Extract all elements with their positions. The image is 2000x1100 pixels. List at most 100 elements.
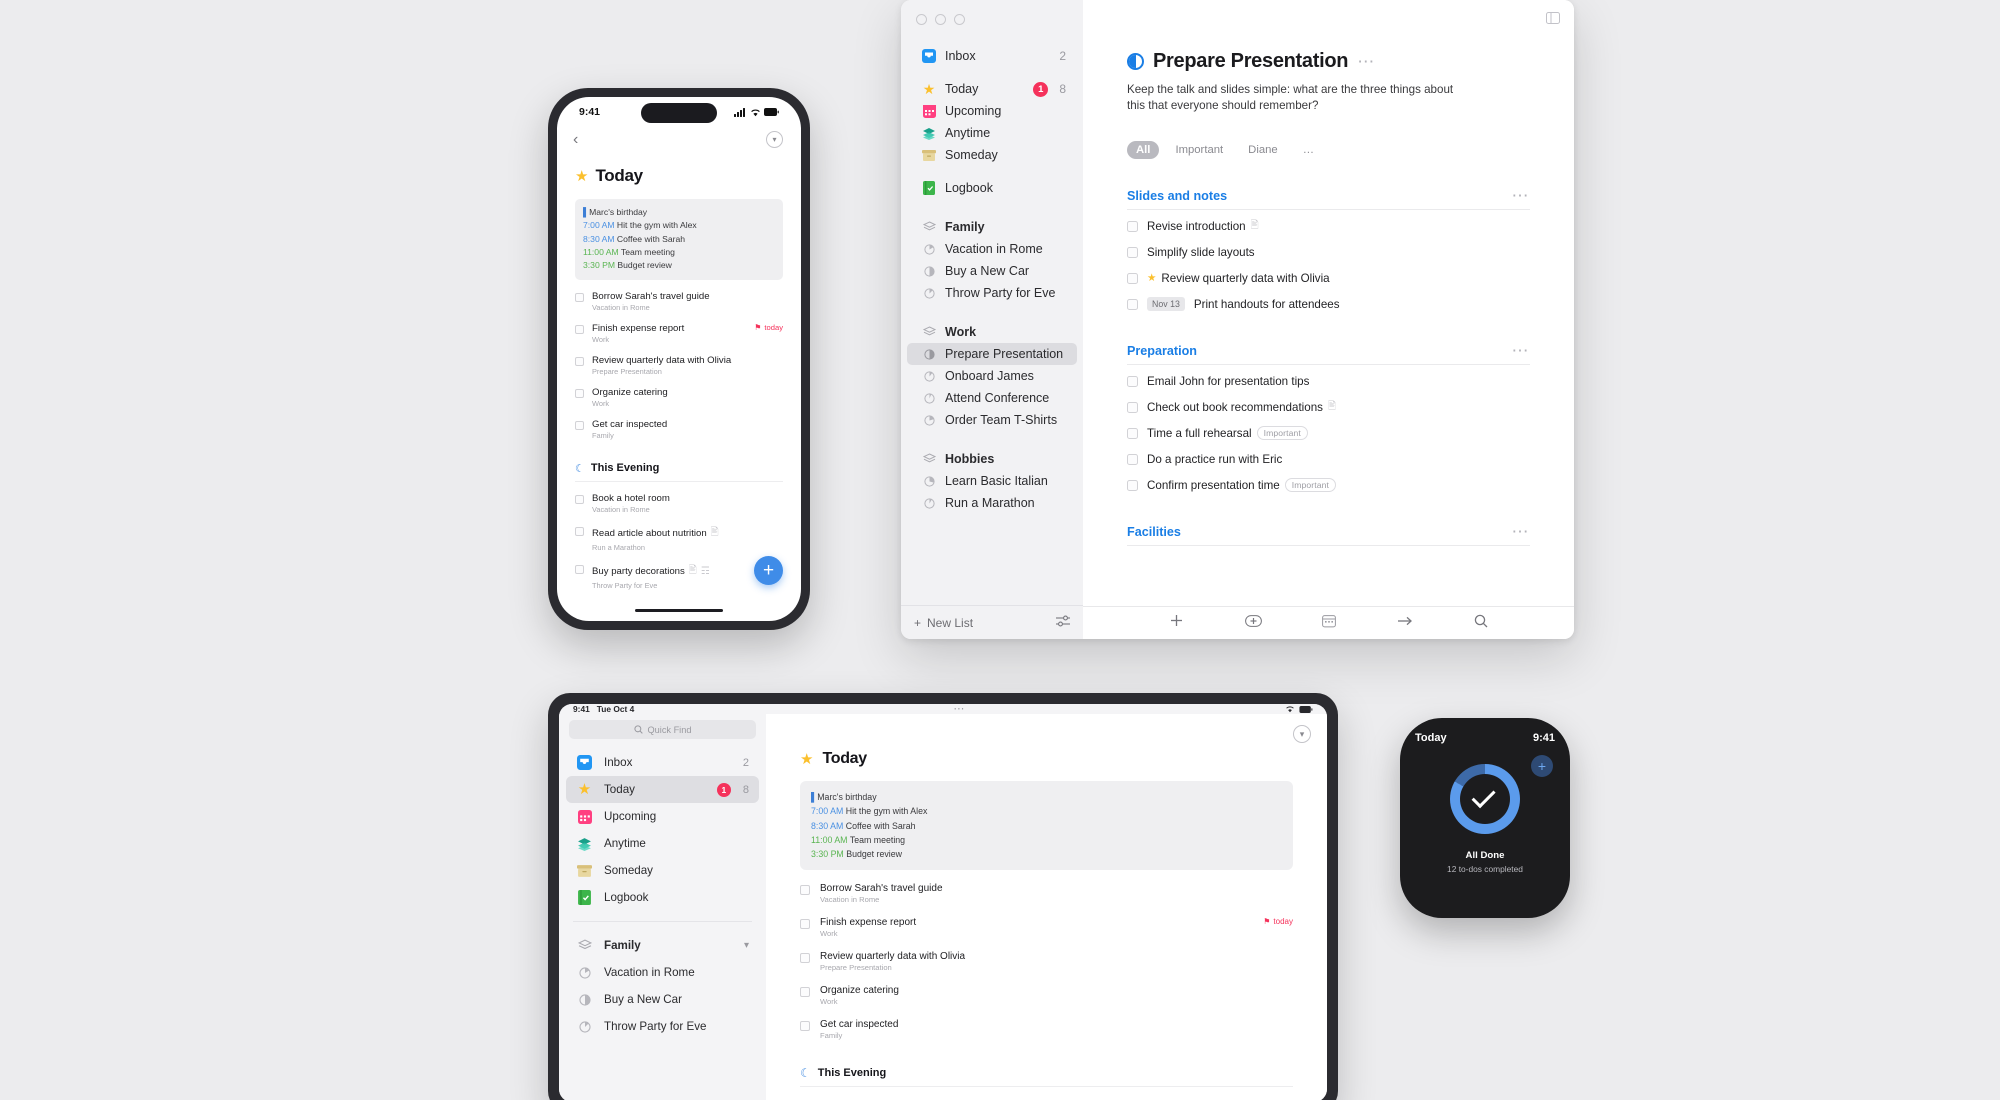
checkbox[interactable] (800, 885, 810, 896)
list-item[interactable]: Borrow Sarah's travel guide Vacation in R… (800, 883, 1293, 904)
checkbox[interactable] (1127, 453, 1138, 465)
chevron-down-icon[interactable]: ▾ (744, 940, 749, 951)
ellipsis-icon[interactable]: ⋯ (1357, 53, 1376, 70)
minimize-button[interactable] (935, 14, 946, 25)
sidebar-project-vacation-in-rome[interactable]: Vacation in Rome (566, 959, 759, 986)
sidebar-project-order-team-t-shirts[interactable]: Order Team T-Shirts (907, 409, 1077, 431)
ellipsis-icon[interactable]: ⋯ (1512, 523, 1531, 540)
list-item[interactable]: Organize catering Work (800, 985, 1293, 1006)
list-item[interactable]: Email John for presentation tips (1127, 372, 1530, 391)
checkbox[interactable] (575, 420, 584, 430)
move-icon[interactable] (1397, 614, 1413, 632)
list-item[interactable]: ★ Review quarterly data with Olivia (1127, 269, 1530, 288)
checkbox[interactable] (1127, 298, 1138, 310)
list-item[interactable]: Review quarterly data with Olivia Prepare… (800, 951, 1293, 972)
plus-icon[interactable] (1169, 613, 1184, 633)
ellipsis-icon[interactable]: ⋯ (1512, 342, 1531, 359)
list-item[interactable]: Check out book recommendations 🖹 (1127, 398, 1530, 417)
zoom-button[interactable] (954, 14, 965, 25)
checkbox[interactable] (1127, 427, 1138, 439)
checkbox[interactable] (800, 953, 810, 964)
checkbox[interactable] (575, 292, 584, 302)
sidebar-project-prepare-presentation[interactable]: Prepare Presentation (907, 343, 1077, 365)
list-item[interactable]: Book a hotel room Vacation in Rome (575, 493, 783, 514)
tab-important[interactable]: Important (1166, 141, 1232, 159)
multitasking-handle[interactable]: ⋯ (634, 704, 1285, 715)
add-todo-button[interactable]: + (1531, 755, 1553, 777)
checkbox[interactable] (1127, 220, 1138, 232)
list-item[interactable]: Get car inspected Family (575, 419, 783, 440)
sidebar-project-onboard-james[interactable]: Onboard James (907, 365, 1077, 387)
ellipsis-icon[interactable]: ⋯ (1512, 187, 1531, 204)
list-item[interactable]: Borrow Sarah's travel guide Vacation in … (575, 291, 783, 312)
sidebar-item-anytime[interactable]: Anytime (566, 830, 759, 857)
new-project-icon[interactable] (1244, 614, 1262, 633)
checkbox[interactable] (800, 1021, 810, 1032)
collapse-button[interactable]: ▾ (1293, 725, 1311, 743)
tag-badge[interactable]: Important (1256, 426, 1308, 441)
checkbox[interactable] (800, 919, 810, 930)
list-item[interactable]: Do a practice run with Eric (1127, 450, 1530, 469)
sidebar-item-inbox[interactable]: Inbox 2 (566, 749, 759, 776)
home-indicator[interactable] (635, 608, 723, 612)
checkbox[interactable] (1127, 272, 1138, 284)
sidebar-area-family[interactable]: Family (907, 216, 1077, 238)
sidebar-item-anytime[interactable]: Anytime (907, 122, 1077, 144)
list-item[interactable]: Get car inspected Family (800, 1019, 1293, 1040)
sidebar-project-attend-conference[interactable]: Attend Conference (907, 387, 1077, 409)
sidebar-project-throw-party-for-eve[interactable]: Throw Party for Eve (907, 282, 1077, 304)
sidebar-project-buy-a-new-car[interactable]: Buy a New Car (907, 260, 1077, 282)
sidebar-area-hobbies[interactable]: Hobbies (907, 448, 1077, 470)
checkbox[interactable] (1127, 401, 1138, 413)
search-icon[interactable] (1474, 614, 1488, 633)
list-item[interactable]: Confirm presentation time Important (1127, 476, 1530, 495)
sidebar-item-logbook[interactable]: Logbook (907, 177, 1077, 199)
add-todo-button[interactable]: + (754, 556, 783, 585)
sidebar-item-someday[interactable]: Someday (566, 857, 759, 884)
sidebar-item-upcoming[interactable]: Upcoming (566, 803, 759, 830)
sidebar-area-family[interactable]: Family ▾ (566, 932, 759, 959)
tab-more[interactable]: … (1294, 141, 1323, 159)
sidebar-project-learn-basic-italian[interactable]: Learn Basic Italian (907, 470, 1077, 492)
project-notes[interactable]: Keep the talk and slides simple: what ar… (1127, 82, 1457, 115)
list-item[interactable]: Organize catering Work (575, 387, 783, 408)
sidebar-item-logbook[interactable]: Logbook (566, 884, 759, 911)
list-item[interactable]: Review quarterly data with Olivia Prepar… (575, 355, 783, 376)
tab-all[interactable]: All (1127, 140, 1160, 159)
list-item[interactable]: Nov 13 Print handouts for attendees (1127, 295, 1530, 314)
chevron-down-circle-icon[interactable]: ▾ (766, 131, 783, 148)
sidebar-item-someday[interactable]: Someday (907, 144, 1077, 166)
checkbox[interactable] (1127, 479, 1138, 491)
sidebar-project-vacation-in-rome[interactable]: Vacation in Rome (907, 238, 1077, 260)
checkbox[interactable] (800, 987, 810, 998)
checkbox[interactable] (575, 388, 584, 398)
sliders-icon[interactable] (1056, 615, 1070, 630)
list-item[interactable]: Simplify slide layouts (1127, 243, 1530, 262)
sidebar-project-buy-a-new-car[interactable]: Buy a New Car (566, 986, 759, 1013)
sidebar-toggle-button[interactable] (1546, 11, 1560, 29)
list-item[interactable]: Finish expense report Work ⚑ today (800, 917, 1293, 938)
list-item[interactable]: Buy party decorations 🖹 ☶ Throw Party for … (575, 563, 783, 590)
list-item[interactable]: Revise introduction 🖹 (1127, 217, 1530, 236)
checkbox[interactable] (575, 564, 584, 574)
tab-diane[interactable]: Diane (1239, 141, 1287, 159)
new-list-button[interactable]: + New List (914, 616, 973, 630)
sidebar-area-work[interactable]: Work (907, 321, 1077, 343)
checkbox[interactable] (575, 494, 584, 504)
checkbox[interactable] (575, 324, 584, 334)
checkbox[interactable] (575, 526, 584, 536)
sidebar-item-today[interactable]: ★ Today 1 8 (566, 776, 759, 803)
sidebar-item-today[interactable]: ★ Today 1 8 (907, 78, 1077, 100)
close-button[interactable] (916, 14, 927, 25)
chevron-left-icon[interactable]: ‹ (573, 131, 578, 148)
sidebar-project-run-a-marathon[interactable]: Run a Marathon (907, 492, 1077, 514)
list-item[interactable]: Finish expense report Work ⚑ today (575, 323, 783, 344)
checkbox[interactable] (575, 356, 584, 366)
list-item[interactable]: Read article about nutrition 🖹 Run a Mara… (575, 525, 783, 552)
list-item[interactable]: Time a full rehearsal Important (1127, 424, 1530, 443)
tag-badge[interactable]: Important (1284, 478, 1336, 493)
checkbox[interactable] (1127, 375, 1138, 387)
sidebar-project-throw-party-for-eve[interactable]: Throw Party for Eve (566, 1013, 759, 1040)
checkbox[interactable] (1127, 246, 1138, 258)
sidebar-item-inbox[interactable]: Inbox 2 (907, 45, 1077, 67)
